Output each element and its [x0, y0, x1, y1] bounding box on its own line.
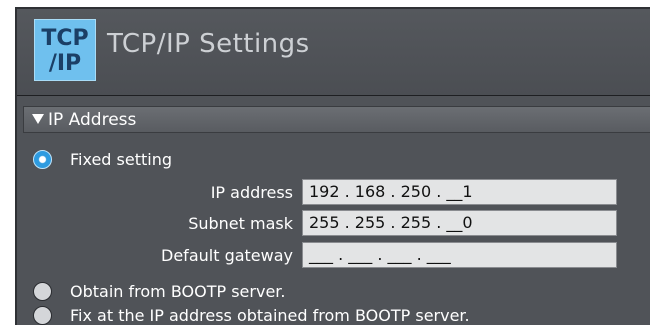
ip-address-section-header[interactable]: IP Address [23, 106, 650, 133]
fixed-setting-radio[interactable] [33, 150, 52, 169]
header: TCP /IP TCP/IP Settings [17, 9, 650, 95]
page-title: TCP/IP Settings [107, 29, 310, 59]
default-gateway-label: Default gateway [161, 246, 293, 265]
subnet-mask-label: Subnet mask [188, 214, 293, 233]
bootp-label: Obtain from BOOTP server. [70, 282, 286, 301]
ip-address-label: IP address [210, 183, 293, 202]
icon-text-line2: /IP [48, 51, 82, 76]
bootp-fix-label: Fix at the IP address obtained from BOOT… [70, 306, 470, 325]
ip-address-field[interactable]: 192 . 168 . 250 . __1 [302, 179, 617, 205]
section-title: IP Address [48, 110, 137, 130]
icon-text-line1: TCP [41, 26, 89, 51]
subnet-mask-field[interactable]: 255 . 255 . 255 . __0 [302, 210, 617, 236]
expand-triangle-icon[interactable] [32, 114, 44, 124]
settings-panel: IP Address Fixed setting IP address 192 … [17, 95, 650, 325]
fixed-setting-label: Fixed setting [70, 150, 173, 169]
bootp-radio[interactable] [33, 282, 52, 301]
tcpip-icon: TCP /IP [34, 19, 96, 81]
default-gateway-field[interactable]: ___ . ___ . ___ . ___ [302, 242, 617, 268]
bootp-fix-radio[interactable] [33, 306, 52, 325]
tcpip-settings-window: TCP /IP TCP/IP Settings IP Address Fixed… [15, 7, 650, 325]
